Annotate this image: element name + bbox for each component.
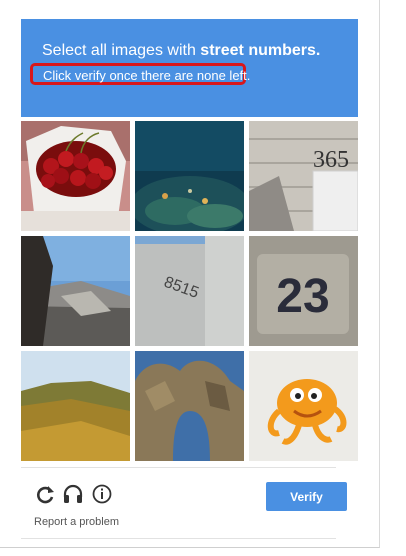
house-number-text: 365 xyxy=(313,147,349,173)
image-tile-house-number[interactable]: 365 xyxy=(249,121,358,231)
wall-number-image: 8515 xyxy=(135,236,244,346)
challenge-instruction: Select all images with street numbers. xyxy=(42,41,320,61)
underwater-image xyxy=(135,121,244,231)
image-tile-cherries[interactable] xyxy=(21,121,130,231)
house-number-image: 365 xyxy=(249,121,358,231)
cliff-image xyxy=(21,236,130,346)
image-tile-cliff[interactable] xyxy=(21,236,130,346)
hillside-image xyxy=(21,351,130,461)
audio-headphones-icon[interactable] xyxy=(62,483,84,505)
verify-hint-highlight: Click verify once there are none left. xyxy=(30,63,250,85)
image-tile-rock-arch[interactable] xyxy=(135,351,244,461)
image-tile-cartoon[interactable] xyxy=(249,351,358,461)
blurry-number-image: 23 xyxy=(249,236,358,346)
cherries-image xyxy=(21,121,130,231)
verify-hint-text: Click verify once there are none left. xyxy=(43,68,251,83)
image-tile-blurry-number[interactable]: 23 xyxy=(249,236,358,346)
instruction-target: street numbers. xyxy=(200,42,321,59)
cartoon-image xyxy=(249,351,358,461)
reload-icon[interactable] xyxy=(34,483,56,505)
blurry-number-text: 23 xyxy=(276,270,329,323)
report-problem-link[interactable]: Report a problem xyxy=(34,516,119,528)
verify-button[interactable]: Verify xyxy=(266,482,347,511)
image-tile-underwater[interactable] xyxy=(135,121,244,231)
footer-separator-top xyxy=(21,467,336,468)
image-grid: 365 8515 23 xyxy=(21,121,358,461)
info-icon[interactable] xyxy=(91,483,113,505)
rock-arch-image xyxy=(135,351,244,461)
image-tile-hillside[interactable] xyxy=(21,351,130,461)
image-tile-wall-number[interactable]: 8515 xyxy=(135,236,244,346)
captcha-frame: Select all images with street numbers. C… xyxy=(0,0,380,548)
challenge-header: Select all images with street numbers. C… xyxy=(21,19,358,117)
instruction-prefix: Select all images with xyxy=(42,42,201,59)
footer-separator-bottom xyxy=(21,538,336,539)
